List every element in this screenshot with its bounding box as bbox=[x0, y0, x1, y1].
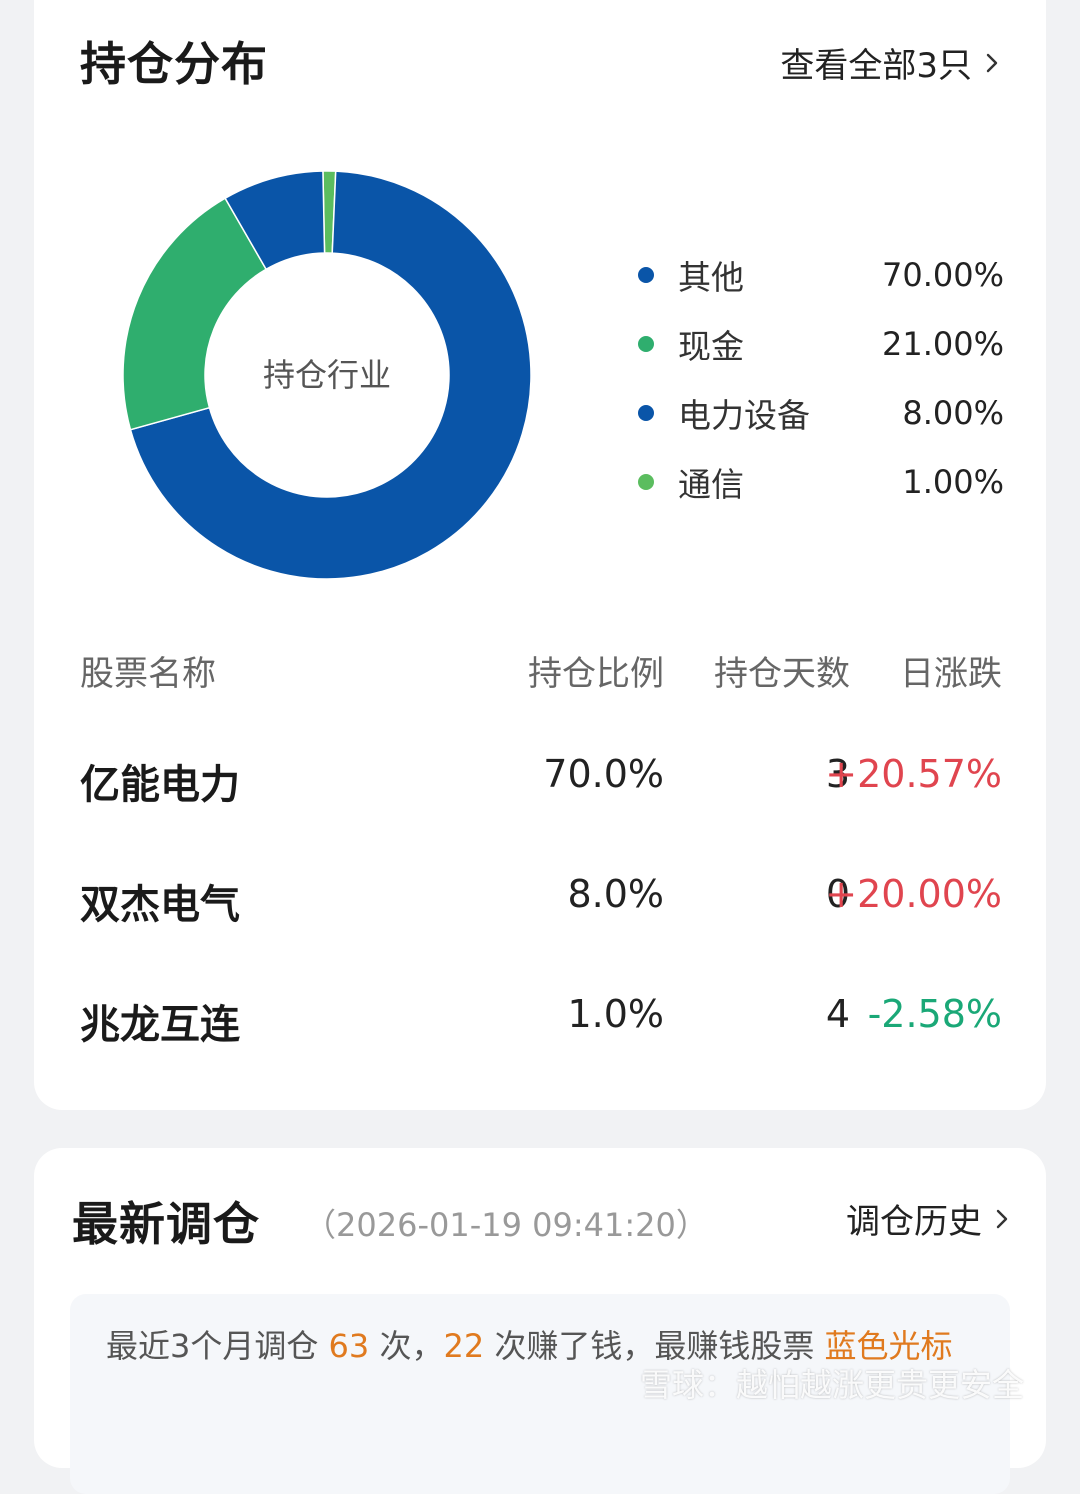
rebalance-count: 63 bbox=[328, 1327, 370, 1365]
donut-legend: 其他 70.00% 现金 21.00% 电力设备 8.00% 通信 1.00% bbox=[634, 240, 1004, 516]
view-all-label: 查看全部3只 bbox=[780, 46, 972, 86]
watermark-text: 雪球：越怕越涨更贵更安全 bbox=[640, 1366, 1025, 1404]
legend-dot bbox=[638, 266, 654, 283]
holdings-card: 持仓分布 查看全部3只 持仓行业 其他 70.00% 现金 21.00% 电力设… bbox=[34, 0, 1046, 1110]
legend-item: 其他 70.00% bbox=[634, 240, 1004, 309]
legend-value: 8.00% bbox=[902, 393, 1004, 432]
legend-item: 电力设备 8.00% bbox=[634, 378, 1004, 447]
summary-prefix: 最近3个月调仓 bbox=[106, 1327, 329, 1365]
legend-dot bbox=[638, 335, 654, 352]
donut-center-label: 持仓行业 bbox=[263, 356, 391, 394]
header-change: 日涨跌 bbox=[900, 654, 1002, 694]
stock-change: +20.57% bbox=[825, 752, 1002, 796]
summary-mid1: 次， bbox=[369, 1327, 444, 1365]
stock-name: 兆龙互连 bbox=[80, 1002, 240, 1048]
watermark: 雪球：越怕越涨更贵更安全 bbox=[640, 1360, 1024, 1406]
stock-change: +20.00% bbox=[825, 872, 1002, 916]
header-days: 持仓天数 bbox=[714, 654, 850, 694]
table-row[interactable]: 兆龙互连 1.0% 4 -2.58% bbox=[80, 992, 1002, 1052]
chevron-right-icon bbox=[986, 53, 998, 72]
legend-item: 现金 21.00% bbox=[634, 309, 1004, 378]
header-stock-name: 股票名称 bbox=[80, 654, 216, 694]
stock-ratio: 8.0% bbox=[567, 872, 664, 916]
view-all-link[interactable]: 查看全部3只 bbox=[780, 38, 1002, 87]
legend-label: 现金 bbox=[678, 326, 744, 366]
stock-days: 4 bbox=[825, 992, 850, 1036]
stock-name: 亿能电力 bbox=[80, 762, 240, 808]
holdings-title: 持仓分布 bbox=[80, 37, 268, 91]
legend-value: 1.00% bbox=[902, 462, 1004, 501]
legend-label: 通信 bbox=[678, 464, 744, 504]
chevron-right-icon bbox=[996, 1209, 1008, 1228]
stock-ratio: 1.0% bbox=[567, 992, 664, 1036]
profit-count: 22 bbox=[443, 1327, 485, 1365]
legend-value: 70.00% bbox=[881, 255, 1004, 294]
holdings-table-header: 股票名称 持仓比例 持仓天数 日涨跌 bbox=[80, 646, 1002, 696]
stock-name: 双杰电气 bbox=[80, 882, 240, 928]
rebalance-card: 最新调仓 （2026-01-19 09:41:20） 调仓历史 最近3个月调仓 … bbox=[34, 1148, 1046, 1494]
header-ratio: 持仓比例 bbox=[528, 654, 664, 694]
legend-value: 21.00% bbox=[881, 324, 1004, 363]
rebalance-title: 最新调仓 bbox=[72, 1197, 260, 1251]
table-row[interactable]: 亿能电力 70.0% 3 +20.57% bbox=[80, 752, 1002, 812]
table-row[interactable]: 双杰电气 8.0% 0 +20.00% bbox=[80, 872, 1002, 932]
stock-ratio: 70.0% bbox=[543, 752, 664, 796]
legend-dot bbox=[638, 473, 654, 490]
legend-label: 电力设备 bbox=[678, 395, 810, 435]
legend-item: 通信 1.00% bbox=[634, 447, 1004, 516]
legend-label: 其他 bbox=[678, 257, 744, 297]
legend-dot bbox=[638, 404, 654, 421]
rebalance-history-link[interactable]: 调仓历史 bbox=[846, 1194, 1012, 1243]
industry-donut-chart: 持仓行业 bbox=[122, 170, 532, 580]
rebalance-timestamp: （2026-01-19 09:41:20） bbox=[304, 1206, 708, 1244]
stock-change: -2.58% bbox=[867, 992, 1002, 1036]
history-label: 调仓历史 bbox=[846, 1202, 982, 1242]
